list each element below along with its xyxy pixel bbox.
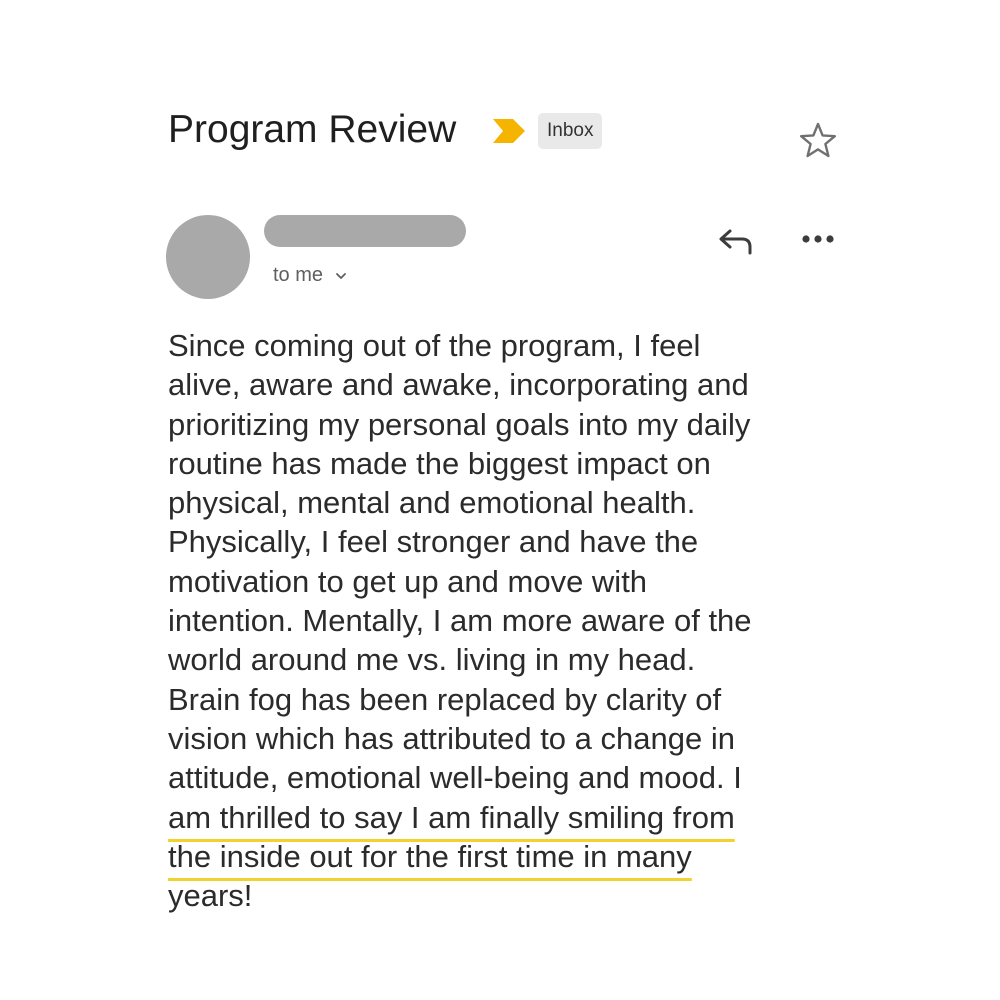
body-line: Brain fog has been replaced by clarity o… — [168, 681, 722, 717]
body-line: routine has made the biggest impact on — [168, 445, 711, 481]
inbox-label-chip[interactable]: Inbox — [538, 113, 603, 149]
star-outline-icon[interactable] — [799, 122, 837, 158]
body-line: Physically, I feel stronger and have the — [168, 524, 699, 560]
chevron-down-icon — [335, 272, 346, 279]
body-line: world around me vs. living in my head. — [168, 642, 696, 678]
message-body: Since coming out of the program, I feel … — [168, 326, 828, 915]
reply-arrow-icon[interactable] — [717, 226, 755, 256]
highlighted-line: am thrilled to say I am finally smiling … — [168, 798, 828, 837]
body-line: alive, aware and awake, incorporating an… — [168, 367, 749, 403]
recipient-text: to me — [273, 264, 324, 286]
body-line: vision which has attributed to a change … — [168, 720, 735, 756]
sender-name-redacted — [264, 215, 466, 247]
body-line: motivation to get up and move with — [168, 563, 648, 599]
sender-avatar[interactable] — [166, 215, 250, 299]
recipient-details-toggle[interactable]: to me — [273, 262, 347, 288]
body-line: intention. Mentally, I am more aware of … — [168, 603, 752, 639]
body-line: attitude, emotional well-being and mood.… — [168, 760, 742, 796]
more-horizontal-icon[interactable] — [800, 232, 836, 246]
highlighted-text: am thrilled to say I am finally smiling … — [168, 799, 735, 835]
subject-title: Program Review — [168, 108, 457, 151]
importance-marker-icon[interactable] — [492, 118, 526, 144]
highlighted-text: the inside out for the first time in man… — [168, 838, 692, 874]
body-line: years! — [168, 878, 253, 914]
highlighted-line: the inside out for the first time in man… — [168, 837, 828, 876]
body-line: physical, mental and emotional health. — [168, 485, 696, 521]
body-line: prioritizing my personal goals into my d… — [168, 406, 751, 442]
body-line: Since coming out of the program, I feel — [168, 328, 701, 363]
